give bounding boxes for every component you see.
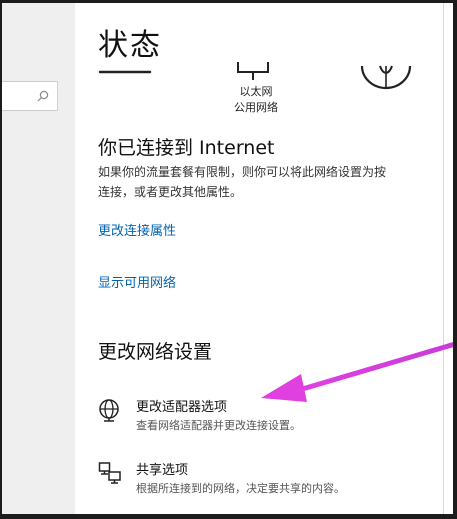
sharing-options-link[interactable]: 共享选项 <box>136 459 188 478</box>
connection-heading: 你已连接到 Internet <box>98 137 275 159</box>
change-network-settings-heading: 更改网络设置 <box>98 341 213 363</box>
connection-description-line: 如果你的流量套餐有限制，则你可以将此网络设置为按 <box>98 165 387 179</box>
connection-description-line: 连接，或者更改其他属性。 <box>98 185 243 199</box>
navigation-pane <box>2 3 75 514</box>
page-title: 状态 <box>98 28 162 63</box>
sharing-options-description: 根据所连接到的网络，决定要共享的内容。 <box>136 482 345 495</box>
globe-icon <box>360 65 412 90</box>
ethernet-type: 公用网络 <box>234 101 278 114</box>
ethernet-icon <box>237 62 269 80</box>
sharing-icon[interactable] <box>98 461 122 485</box>
connection-description: 如果你的流量套餐有限制，则你可以将此网络设置为按 连接，或者更改其他属性。 <box>98 162 443 202</box>
ethernet-name: 以太网 <box>239 85 273 98</box>
change-adapter-options-description: 查看网络适配器并更改连接设置。 <box>136 419 301 432</box>
adapter-globe-icon[interactable] <box>98 398 122 422</box>
change-adapter-options-link[interactable]: 更改适配器选项 <box>136 396 227 415</box>
annotation-arrow <box>261 341 455 402</box>
window-frame-right <box>453 0 457 519</box>
window-frame-bottom <box>0 514 457 519</box>
change-connection-properties-link[interactable]: 更改连接属性 <box>98 220 176 239</box>
search-icon <box>37 90 49 102</box>
show-available-networks-link[interactable]: 显示可用网络 <box>98 272 176 291</box>
ethernet-status-label: 以太网 公用网络 <box>226 84 286 116</box>
search-input[interactable] <box>2 81 58 111</box>
